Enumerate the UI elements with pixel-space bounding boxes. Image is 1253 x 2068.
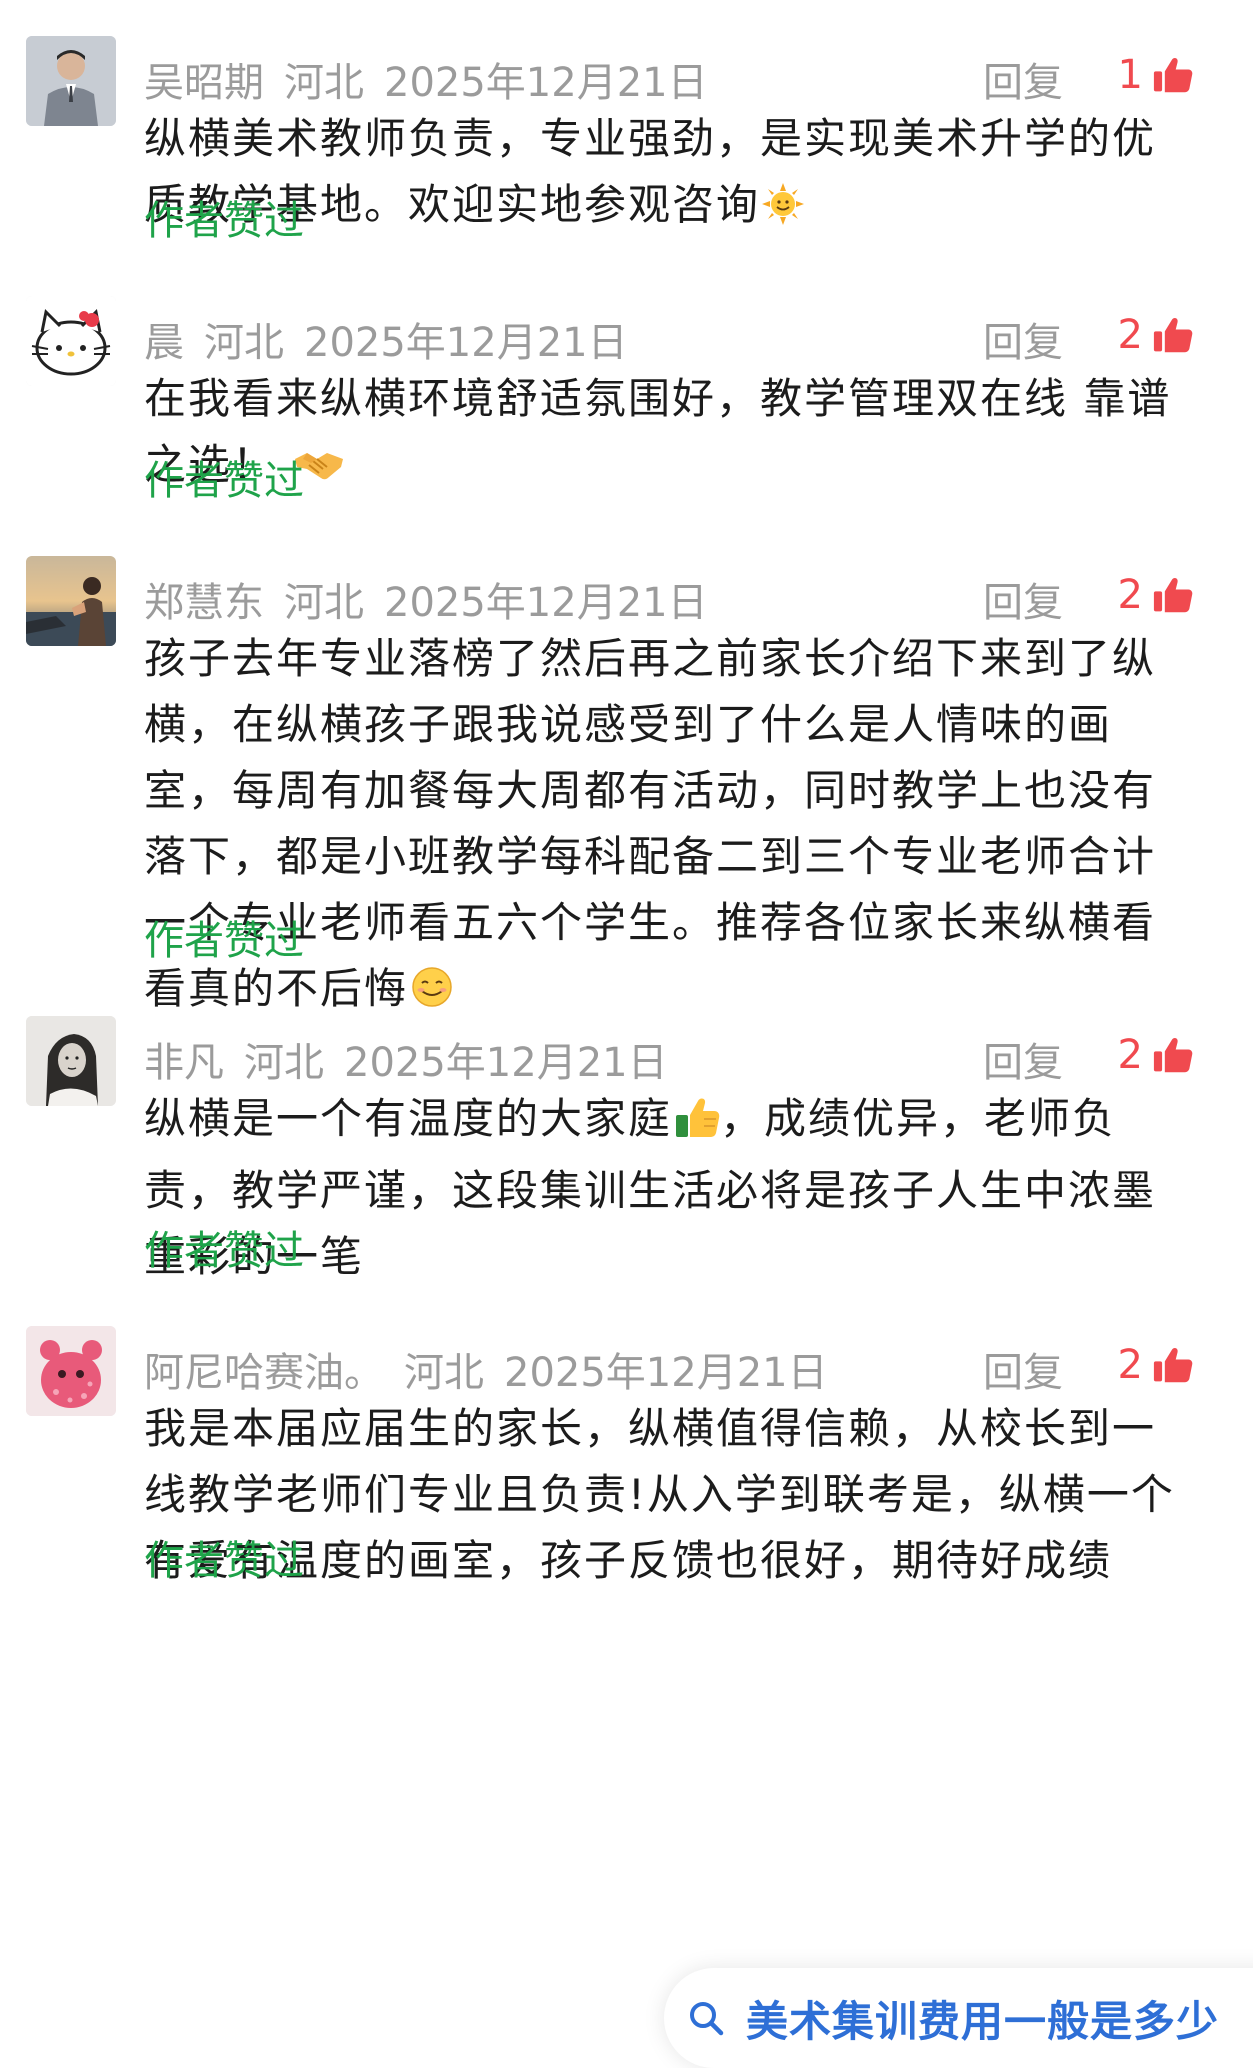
thumbs-up-icon[interactable] — [1153, 1036, 1193, 1074]
like-button[interactable]: 1 — [1118, 50, 1193, 100]
comment-meta: 阿尼哈赛油。 河北 2025年12月21日 回复 2 — [144, 1332, 1193, 1396]
like-count: 1 — [1117, 52, 1143, 98]
reply-button[interactable]: 回复 — [983, 570, 1063, 628]
search-suggestion-pill[interactable]: 美术集训费用一般是多少 — [664, 1968, 1253, 2068]
comment-meta: 郑慧东 河北 2025年12月21日 回复 2 — [144, 562, 1193, 626]
like-count: 2 — [1117, 572, 1143, 618]
search-suggestion-text[interactable]: 美术集训费用一般是多少 — [746, 1988, 1219, 2049]
commenter-name[interactable]: 郑慧东 — [144, 580, 264, 626]
commenter-region: 河北 — [284, 580, 364, 626]
thumbs-up-icon[interactable] — [1153, 576, 1193, 614]
thumbs-up-icon[interactable] — [1153, 56, 1193, 94]
commenter-region: 河北 — [204, 320, 284, 366]
commenter-region: 河北 — [404, 1350, 484, 1396]
sun-face-emoji-icon — [762, 178, 805, 244]
author-liked-label: 作者赞过 — [144, 1538, 304, 1584]
comment-date: 2025年12月21日 — [304, 320, 628, 366]
avatar[interactable] — [26, 1326, 116, 1416]
like-button[interactable]: 2 — [1118, 1340, 1193, 1390]
scroll-fade — [0, 1945, 700, 1975]
commenter-region: 河北 — [244, 1040, 324, 1086]
author-liked-label: 作者赞过 — [144, 1228, 304, 1274]
commenter-name[interactable]: 晨 — [144, 320, 184, 366]
like-button[interactable]: 2 — [1118, 1030, 1193, 1080]
commenter-region: 河北 — [284, 60, 364, 106]
reply-button[interactable]: 回复 — [983, 310, 1063, 368]
comment-date: 2025年12月21日 — [384, 580, 708, 626]
comment-date: 2025年12月21日 — [384, 60, 708, 106]
avatar[interactable] — [26, 36, 116, 126]
like-button[interactable]: 2 — [1118, 570, 1193, 620]
thumbs-up-icon[interactable] — [1153, 316, 1193, 354]
comment-text-before-emoji: 纵横是一个有温度的大家庭 — [144, 1094, 673, 1143]
comment-meta: 非凡 河北 2025年12月21日 回复 2 — [144, 1022, 1193, 1086]
author-liked-label: 作者赞过 — [144, 918, 304, 964]
avatar[interactable] — [26, 556, 116, 646]
thumbs-up-emoji-icon — [674, 1092, 720, 1158]
smiling-face-emoji-icon — [410, 962, 454, 1028]
comment-meta: 晨河北 2025年12月21日 回复 2 — [144, 302, 1193, 366]
author-liked-label: 作者赞过 — [144, 198, 304, 244]
like-count: 2 — [1117, 312, 1143, 358]
reply-button[interactable]: 回复 — [983, 1030, 1063, 1088]
thumbs-up-icon[interactable] — [1153, 1346, 1193, 1384]
search-icon — [688, 2000, 724, 2036]
like-count: 2 — [1117, 1032, 1143, 1078]
like-button[interactable]: 2 — [1118, 310, 1193, 360]
commenter-name[interactable]: 吴昭期 — [144, 60, 264, 106]
comment-date: 2025年12月21日 — [504, 1350, 828, 1396]
comment-meta: 吴昭期 河北 2025年12月21日 回复 1 — [144, 42, 1193, 106]
reply-button[interactable]: 回复 — [983, 50, 1063, 108]
commenter-name[interactable]: 非凡 — [144, 1040, 224, 1086]
comment-date: 2025年12月21日 — [344, 1040, 668, 1086]
commenter-name[interactable]: 阿尼哈赛油。 — [144, 1350, 384, 1396]
like-count: 2 — [1117, 1342, 1143, 1388]
avatar[interactable] — [26, 1016, 116, 1106]
author-liked-label: 作者赞过 — [144, 458, 304, 504]
comment-text: 孩子去年专业落榜了然后再之前家长介绍下来到了纵横，在纵横孩子跟我说感受到了什么是… — [144, 626, 1199, 1028]
reply-button[interactable]: 回复 — [983, 1340, 1063, 1398]
avatar[interactable] — [26, 296, 116, 386]
